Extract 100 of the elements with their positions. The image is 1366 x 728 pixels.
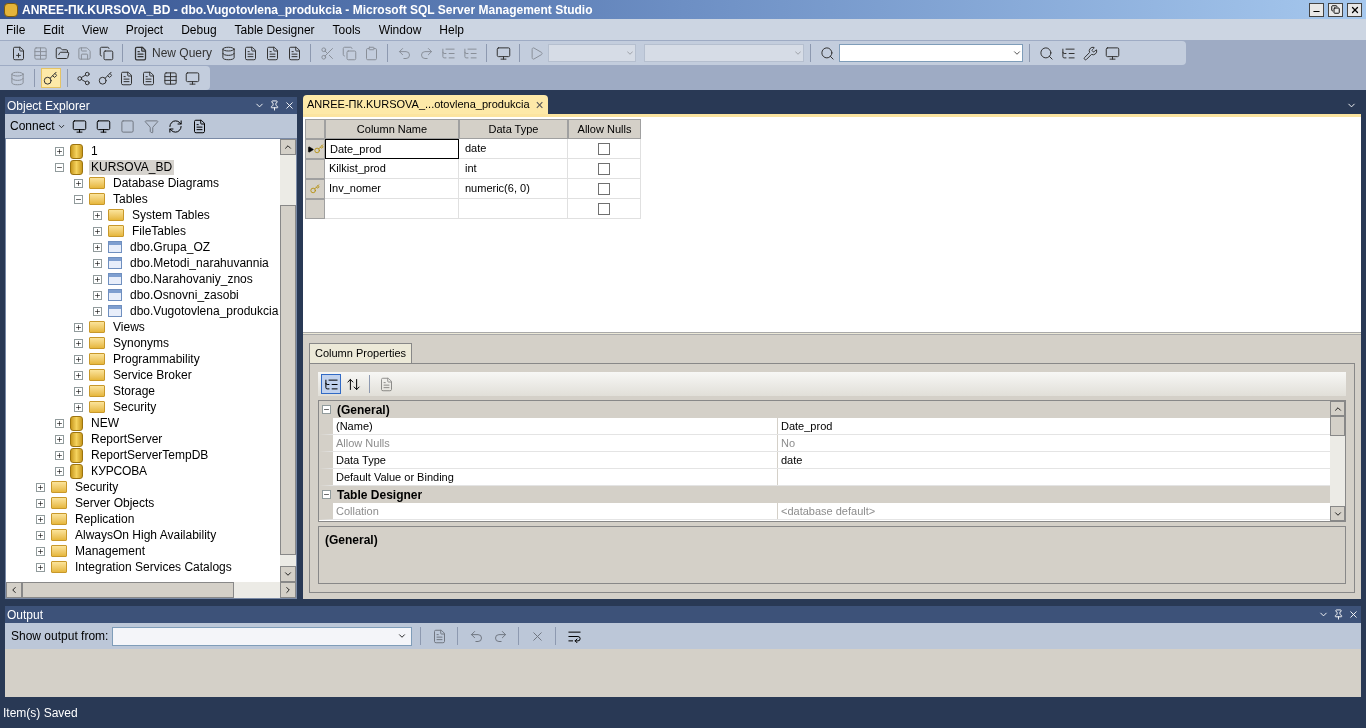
minimize-button[interactable] <box>1309 2 1324 17</box>
table-cell[interactable]: Kilkist_prod <box>325 159 459 179</box>
tree-item[interactable]: KURSOVA_BD <box>89 159 175 175</box>
tree-item[interactable]: dbo.Metodi_narahuvannia <box>128 255 271 271</box>
tree-item[interactable]: Replication <box>73 511 137 527</box>
table-cell[interactable]: numeric(6, 0) <box>459 179 568 199</box>
menu-item[interactable]: Debug <box>179 20 219 39</box>
pin-icon[interactable] <box>269 100 280 111</box>
scroll-up-button[interactable] <box>1330 401 1345 416</box>
properties-tab[interactable]: Column Properties <box>309 343 413 363</box>
menu-item[interactable]: Edit <box>41 20 67 39</box>
close-icon[interactable] <box>284 100 295 111</box>
scroll-left-button[interactable] <box>6 582 22 598</box>
tree-item[interactable]: ReportServer <box>89 431 165 447</box>
table-cell[interactable]: date <box>459 139 568 159</box>
scroll-thumb[interactable] <box>280 205 296 555</box>
expand-icon[interactable] <box>55 466 64 476</box>
property-row[interactable]: (Name) Date_prod <box>319 418 1330 435</box>
row-selector[interactable] <box>305 139 325 159</box>
dropdown-field[interactable] <box>548 44 637 62</box>
checkbox[interactable] <box>598 142 610 155</box>
tree-item[interactable]: Views <box>111 319 147 335</box>
tree-item[interactable]: Tables <box>111 191 150 207</box>
close-button[interactable] <box>1347 2 1362 17</box>
tree-item[interactable]: Server Objects <box>73 495 157 511</box>
expand-icon[interactable] <box>36 562 45 572</box>
expand-icon[interactable] <box>74 386 83 396</box>
expand-icon[interactable] <box>36 498 45 508</box>
menu-item[interactable]: File <box>4 20 28 39</box>
checkbox[interactable] <box>598 202 610 215</box>
expand-icon[interactable] <box>55 450 64 460</box>
tree-item[interactable]: dbo.Osnovni_zasobi <box>128 287 241 303</box>
expand-icon[interactable] <box>36 546 45 556</box>
checkbox[interactable] <box>598 162 610 175</box>
expand-icon[interactable] <box>93 242 102 252</box>
categorized-icon[interactable] <box>321 374 341 394</box>
expand-icon[interactable] <box>55 418 64 428</box>
tree-item[interactable]: AlwaysOn High Availability <box>73 527 219 543</box>
menu-item[interactable]: Tools <box>330 20 363 39</box>
table-cell[interactable]: Inv_nomer <box>325 179 459 199</box>
expand-icon[interactable] <box>74 354 83 364</box>
scroll-thumb[interactable] <box>22 582 234 598</box>
menu-item[interactable]: Project <box>123 20 166 39</box>
scroll-thumb[interactable] <box>1330 416 1345 436</box>
connect-button[interactable]: Connect <box>10 117 66 135</box>
output-source-dropdown[interactable] <box>112 626 413 646</box>
tree-item[interactable]: Security <box>73 479 121 495</box>
menu-item[interactable]: View <box>80 20 110 39</box>
new-query-button[interactable]: New Query <box>129 43 217 63</box>
collapse-icon[interactable] <box>55 162 64 172</box>
close-icon[interactable] <box>1348 609 1359 620</box>
scrollbar[interactable] <box>1330 401 1345 521</box>
tree-item[interactable]: Database Diagrams <box>111 175 222 191</box>
property-row[interactable]: Default Value or Binding <box>319 469 1330 486</box>
tree-item[interactable]: System Tables <box>130 207 212 223</box>
expand-icon[interactable] <box>36 530 45 540</box>
collapse-icon[interactable] <box>74 194 83 204</box>
tree-item[interactable]: Security <box>111 399 159 415</box>
tree-item[interactable]: Programmability <box>111 351 202 367</box>
property-row[interactable]: Data Type date <box>319 452 1330 469</box>
horizontal-scrollbar[interactable] <box>6 582 296 598</box>
pin-icon[interactable] <box>1333 609 1344 620</box>
expand-icon[interactable] <box>74 322 83 332</box>
dropdown-field[interactable] <box>644 44 805 62</box>
tree-item[interactable]: Integration Services Catalogs <box>73 559 234 575</box>
tree-item[interactable]: КУРСОВА <box>89 463 149 479</box>
key-icon[interactable] <box>40 68 61 88</box>
expand-icon[interactable] <box>74 402 83 412</box>
tree-item[interactable]: Synonyms <box>111 335 172 351</box>
collapse-icon[interactable] <box>322 490 331 499</box>
expand-icon[interactable] <box>55 434 64 444</box>
collapse-icon[interactable] <box>322 405 331 414</box>
table-cell[interactable]: Date_prod <box>325 139 459 159</box>
expand-icon[interactable] <box>74 178 83 188</box>
tree-item[interactable]: Storage <box>111 383 158 399</box>
restore-button[interactable] <box>1328 2 1343 17</box>
checkbox[interactable] <box>598 182 610 195</box>
menu-item[interactable]: Help <box>437 20 466 39</box>
expand-icon[interactable] <box>74 338 83 348</box>
expand-icon[interactable] <box>93 290 102 300</box>
expand-icon[interactable] <box>74 370 83 380</box>
expand-icon[interactable] <box>36 482 45 492</box>
tree-item[interactable]: dbo.Grupa_OZ <box>128 239 213 255</box>
tree-item[interactable]: Service Broker <box>111 367 194 383</box>
expand-icon[interactable] <box>93 210 102 220</box>
tree-item[interactable]: 1 <box>89 143 100 159</box>
menu-item[interactable]: Window <box>376 20 424 39</box>
expand-icon[interactable] <box>93 306 102 316</box>
document-tab[interactable]: ANREE-ПК.KURSOVA_...otovlena_produkcia × <box>303 95 548 114</box>
tree-item[interactable]: FileTables <box>130 223 189 239</box>
search-field[interactable] <box>839 44 1024 62</box>
scrollbar[interactable] <box>280 139 296 582</box>
tree-item[interactable]: NEW <box>89 415 121 431</box>
tree-item[interactable]: dbo.Narahovaniy_znos <box>128 271 255 287</box>
empty-cell[interactable] <box>459 199 568 219</box>
table-cell[interactable]: int <box>459 159 568 179</box>
expand-icon[interactable] <box>93 258 102 268</box>
expand-icon[interactable] <box>55 146 64 156</box>
menu-item[interactable]: Table Designer <box>232 20 317 39</box>
expand-icon[interactable] <box>93 226 102 236</box>
